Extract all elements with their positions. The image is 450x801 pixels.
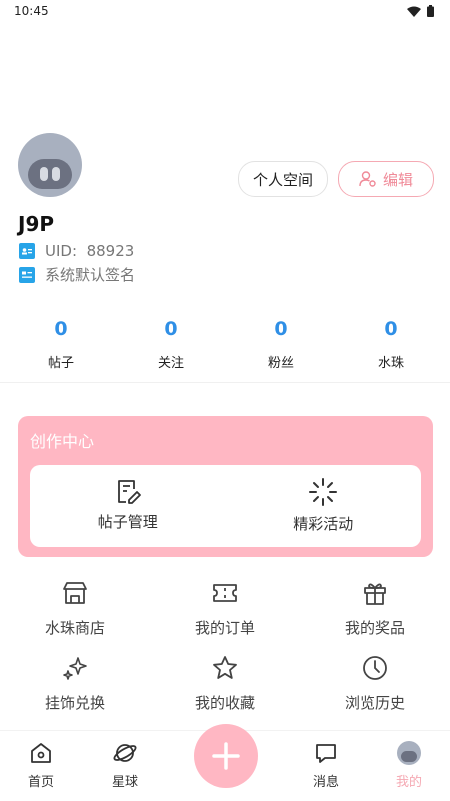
tab-home[interactable]: 首页 (11, 741, 71, 790)
menu-item-orders-label: 我的订单 (194, 619, 255, 637)
mine-avatar-icon (397, 741, 421, 765)
creation-center-title: 创作中心 (30, 432, 95, 451)
edit-profile-button[interactable]: 编辑 (338, 161, 434, 197)
creation-center-panel: 帖子管理 精彩活动 (30, 465, 421, 547)
edit-profile-label: 编辑 (382, 170, 413, 189)
tab-home-label: 首页 (27, 775, 54, 790)
status-bar: 10:45 (0, 0, 450, 22)
loading-spinner-icon (309, 478, 338, 506)
stats-divider (0, 382, 450, 383)
signature-text: 系统默认签名 (45, 266, 136, 284)
menu-item-orders[interactable]: 我的订单 (150, 575, 300, 650)
avatar-eye-right (52, 167, 60, 181)
menu-item-store[interactable]: 水珠商店 (0, 575, 150, 650)
uid-value: 88923 (86, 242, 135, 260)
mine-avatar-face (401, 751, 417, 762)
user-edit-icon (359, 171, 376, 187)
ticket-icon (213, 584, 237, 602)
stat-following[interactable]: 0 关注 (116, 318, 226, 371)
post-management-button[interactable]: 帖子管理 (30, 465, 226, 547)
stat-following-value: 0 (164, 318, 178, 340)
menu-row-1: 水珠商店 我的订单 我的奖品 (0, 575, 450, 650)
status-icons (407, 5, 434, 17)
avatar-eye-left (40, 167, 48, 181)
menu-item-history[interactable]: 浏览历史 (300, 650, 450, 725)
stat-fans-value: 0 (274, 318, 288, 340)
stat-following-label: 关注 (157, 356, 184, 371)
menu-item-favorites-label: 我的收藏 (194, 694, 255, 712)
avatar[interactable] (18, 133, 82, 197)
stat-posts-label: 帖子 (47, 356, 74, 371)
stat-drops-value: 0 (384, 318, 398, 340)
stat-drops[interactable]: 0 水珠 (336, 318, 446, 371)
id-card-icon (19, 243, 35, 259)
planet-icon (113, 744, 137, 762)
username: J9P (18, 212, 55, 236)
tab-messages[interactable]: 消息 (296, 741, 356, 790)
tab-planet[interactable]: 星球 (95, 741, 155, 790)
activities-label: 精彩活动 (293, 515, 354, 533)
uid-text: UID: 88923 (45, 242, 134, 260)
plus-icon (212, 742, 240, 770)
edit-document-icon (117, 480, 141, 504)
message-icon (316, 744, 336, 763)
menu-item-pendant-label: 挂饰兑换 (44, 694, 105, 712)
signature-row: 系统默认签名 (19, 264, 135, 285)
activities-button[interactable]: 精彩活动 (226, 465, 422, 547)
tab-mine[interactable]: 我的 (379, 741, 439, 790)
status-time: 10:45 (14, 4, 49, 18)
tab-planet-label: 星球 (111, 775, 138, 790)
gift-icon (364, 583, 386, 605)
personal-space-button[interactable]: 个人空间 (238, 161, 328, 197)
menu-item-store-label: 水珠商店 (44, 619, 105, 637)
menu-item-prizes-label: 我的奖品 (344, 619, 405, 637)
signature-card-icon (19, 266, 35, 283)
stat-posts[interactable]: 0 帖子 (6, 318, 116, 371)
star-icon (213, 656, 237, 679)
wifi-icon (407, 6, 421, 17)
sparkle-icon (63, 657, 87, 680)
stat-posts-value: 0 (54, 318, 68, 340)
menu-item-pendant[interactable]: 挂饰兑换 (0, 650, 150, 725)
menu-item-prizes[interactable]: 我的奖品 (300, 575, 450, 650)
battery-icon (427, 5, 434, 17)
personal-space-label: 个人空间 (252, 170, 313, 189)
creation-center-card: 创作中心 帖子管理 精彩活动 (18, 416, 433, 557)
store-icon (63, 582, 87, 604)
menu-item-favorites[interactable]: 我的收藏 (150, 650, 300, 725)
stats-row: 0 帖子 0 关注 0 粉丝 0 水珠 (0, 318, 450, 371)
create-post-button[interactable] (194, 724, 258, 788)
stat-fans-label: 粉丝 (267, 356, 294, 371)
home-icon (31, 743, 51, 763)
avatar-face (28, 159, 72, 189)
uid-label: UID: (45, 242, 78, 260)
stat-fans[interactable]: 0 粉丝 (226, 318, 336, 371)
uid-row: UID: 88923 (19, 242, 134, 260)
menu-item-history-label: 浏览历史 (344, 694, 405, 712)
tab-mine-label: 我的 (395, 775, 422, 790)
clock-icon (363, 656, 387, 680)
menu-row-2: 挂饰兑换 我的收藏 浏览历史 (0, 650, 450, 725)
post-management-label: 帖子管理 (97, 513, 158, 531)
tab-messages-label: 消息 (312, 775, 339, 790)
stat-drops-label: 水珠 (377, 356, 404, 371)
menu-grid: 水珠商店 我的订单 我的奖品 挂饰兑换 我的收藏 浏览历史 (0, 575, 450, 725)
